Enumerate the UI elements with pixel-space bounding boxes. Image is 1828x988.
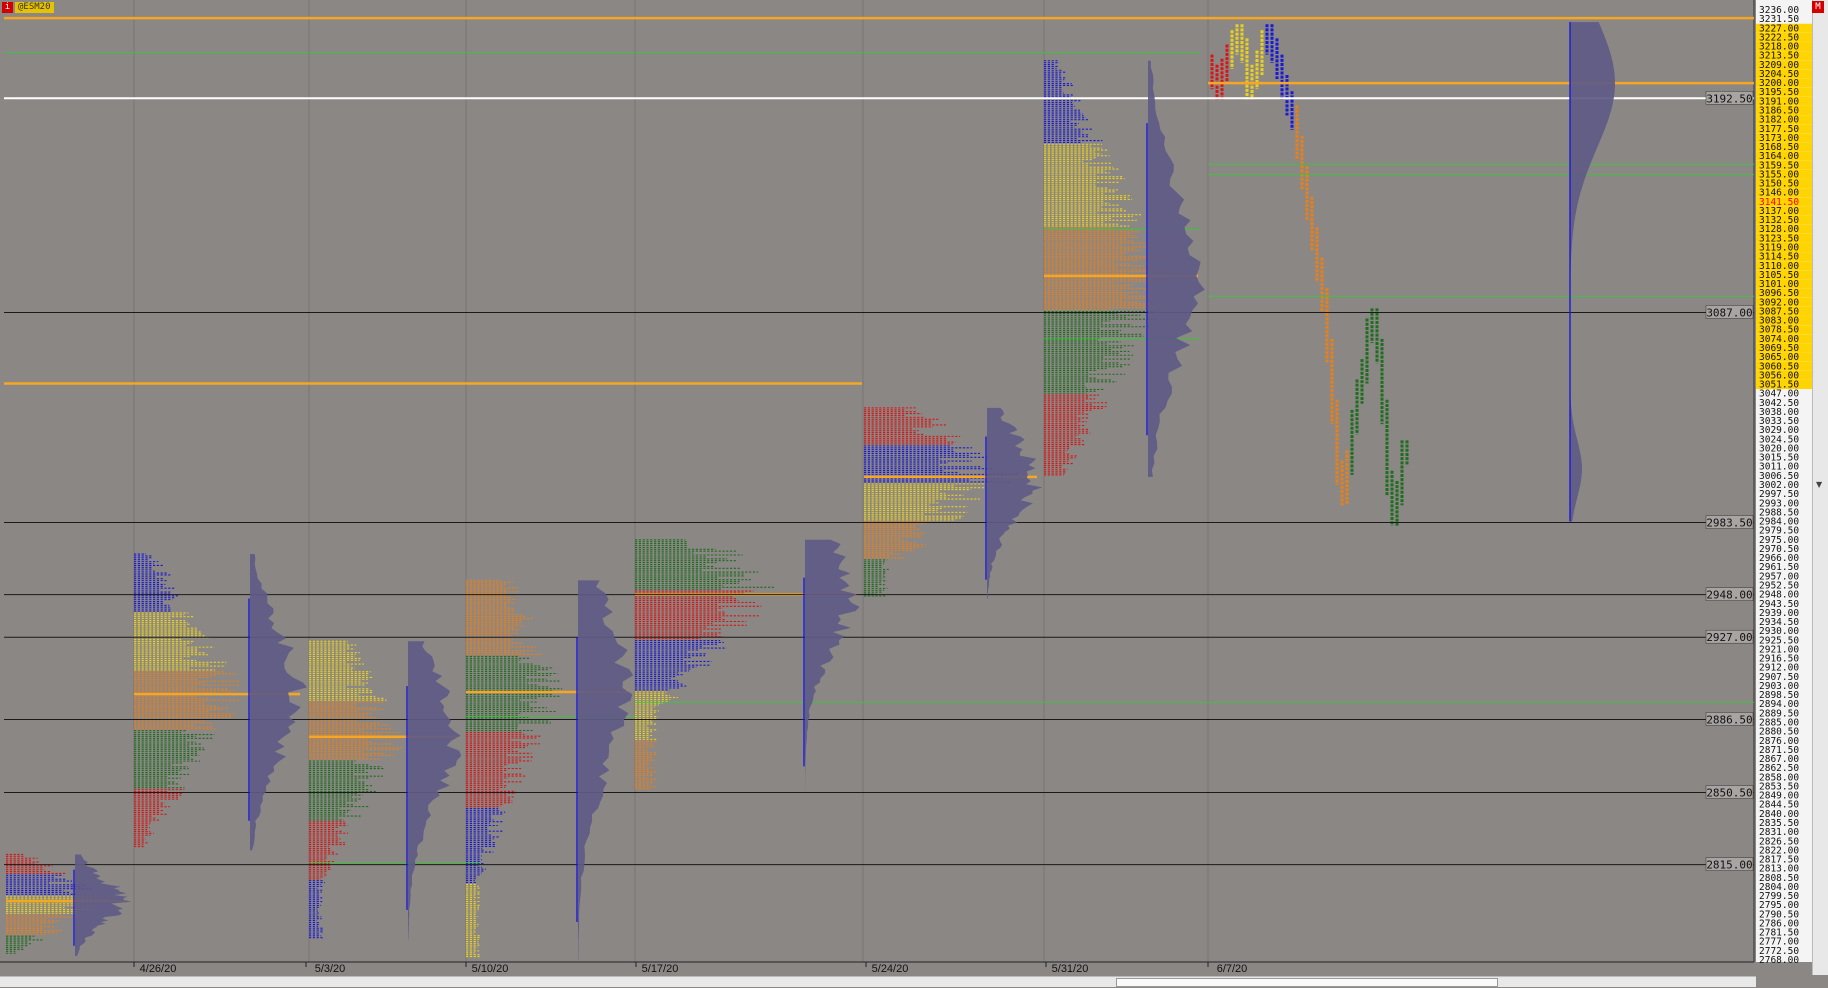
date-tick-label: 6/7/20 [1217,963,1248,975]
reference-line-label: 2850.50 [1706,787,1752,800]
date-tick-label: 5/24/20 [872,963,909,975]
info-icon[interactable]: i [2,1,13,13]
scroll-down-arrow-icon[interactable]: ▼ [1816,480,1822,489]
reference-line-label: 3192.50 [1706,92,1752,105]
horizontal-scrollbar[interactable] [0,976,1756,987]
date-axis: 4/26/20 5/3/20 5/10/20 5/17/20 5/24/20 5/31/2… [0,961,1756,976]
date-tick-label: 5/3/20 [315,963,346,975]
reference-line-label: 3087.00 [1706,306,1752,319]
chart-menu-button[interactable]: M [1812,1,1824,13]
reference-line-label: 2948.00 [1706,589,1752,602]
reference-line-label: 2886.50 [1706,713,1752,726]
symbol-title[interactable]: i @ESM20 [2,1,54,13]
vertical-scrollbar[interactable]: ▲ ▼ [1812,0,1828,975]
reference-line-label: 2927.00 [1706,631,1752,644]
horizontal-scroll-thumb[interactable] [1116,978,1498,987]
grid-lines [0,0,1756,962]
date-tick-label: 5/31/20 [1052,963,1089,975]
reference-line-label: 2815.00 [1706,859,1752,872]
date-tick-label: 5/17/20 [642,963,679,975]
reference-line-label: 2983.50 [1706,517,1752,530]
price-tick-label: 2768.00 [1759,955,1799,966]
market-profile-chart[interactable]: 3192.50 3087.00 2983.50 2948.00 2927.00 2886.… [0,0,1828,988]
price-axis[interactable]: 3236.003231.503227.003222.503218.003213.… [1756,0,1812,966]
date-tick-label: 5/10/20 [472,963,509,975]
symbol-label: @ESM20 [15,1,54,13]
date-tick-label: 4/26/20 [140,963,177,975]
